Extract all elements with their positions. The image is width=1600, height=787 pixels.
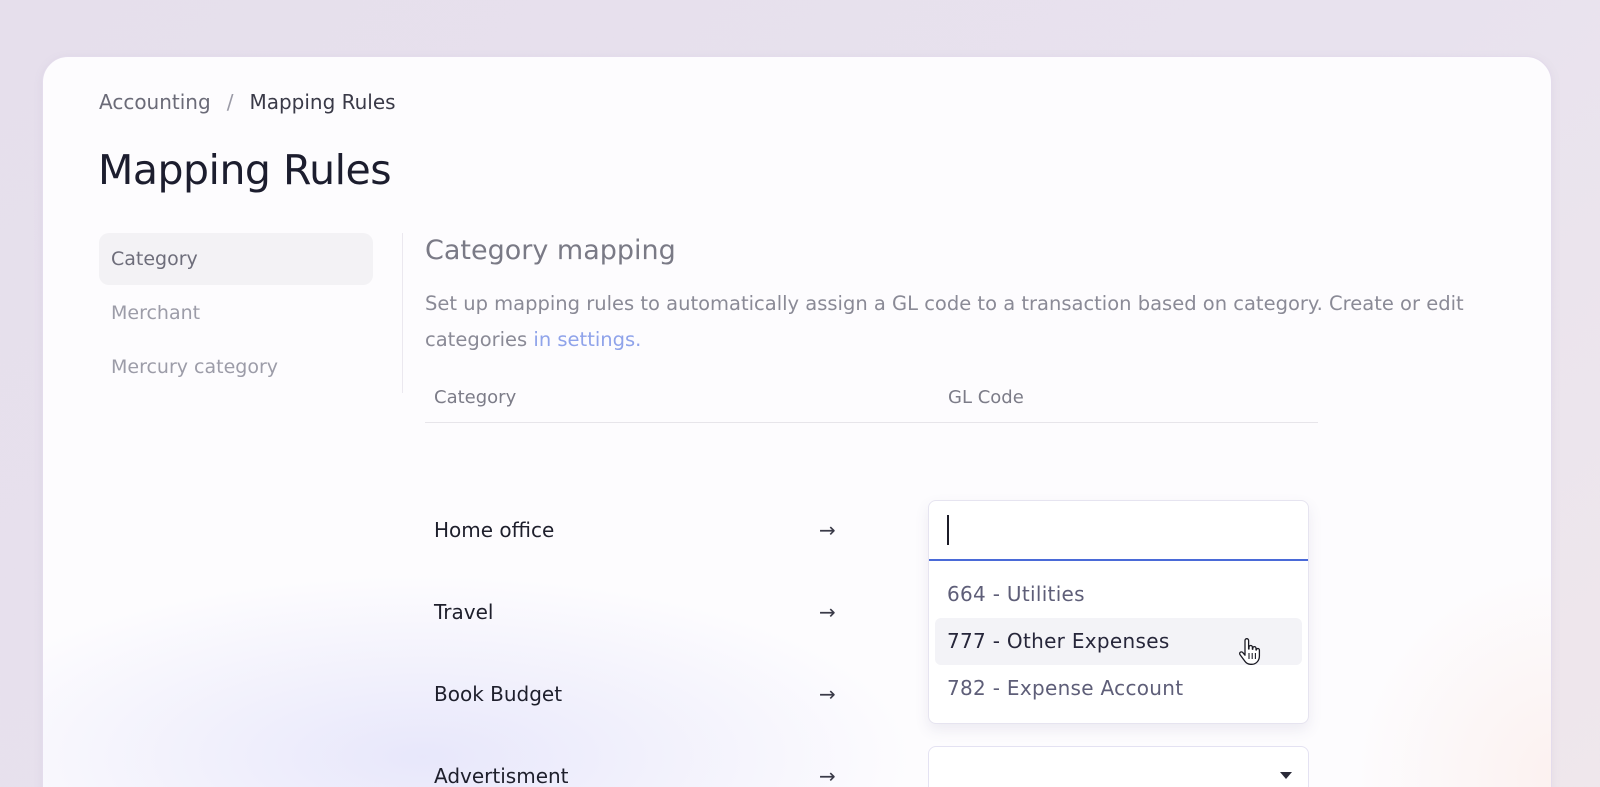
header-gl-code: GL Code: [948, 387, 1024, 408]
nav-divider: [402, 233, 403, 393]
breadcrumb-current: Mapping Rules: [249, 90, 396, 114]
gl-option-777[interactable]: 777 - Other Expenses: [935, 618, 1302, 665]
category-mapping-section: Category mapping Set up mapping rules to…: [425, 233, 1525, 787]
side-nav-item-mercury-category[interactable]: Mercury category: [99, 341, 373, 393]
side-nav: Category Merchant Mercury category: [99, 233, 373, 395]
gl-option-664[interactable]: 664 - Utilities: [935, 571, 1302, 618]
table-row: Advertisment →: [425, 746, 1318, 787]
section-description: Set up mapping rules to automatically as…: [425, 286, 1525, 358]
row-category-label: Advertisment: [434, 764, 569, 787]
breadcrumb-separator: /: [226, 90, 234, 114]
row-category-label: Home office: [434, 518, 555, 542]
arrow-right-icon: →: [819, 764, 836, 787]
breadcrumb: Accounting / Mapping Rules: [99, 90, 396, 114]
pointer-hand-icon: [1239, 638, 1261, 665]
gl-option-782[interactable]: 782 - Expense Account: [935, 665, 1302, 712]
side-nav-item-merchant[interactable]: Merchant: [99, 287, 373, 339]
row-category-label: Travel: [434, 600, 494, 624]
caret-down-icon: [1280, 772, 1292, 779]
text-cursor: [947, 515, 949, 545]
table-header: Category GL Code: [425, 385, 1318, 423]
gl-code-combobox: 664 - Utilities 777 - Other Expenses 782…: [928, 500, 1309, 724]
arrow-right-icon: →: [819, 600, 836, 624]
settings-link[interactable]: in settings.: [533, 328, 641, 351]
gl-option-label: 777 - Other Expenses: [947, 629, 1170, 653]
breadcrumb-accounting[interactable]: Accounting: [99, 90, 211, 114]
arrow-right-icon: →: [819, 518, 836, 542]
row-category-label: Book Budget: [434, 682, 563, 706]
arrow-right-icon: →: [819, 682, 836, 706]
section-title: Category mapping: [425, 235, 676, 266]
gl-code-select[interactable]: [928, 746, 1309, 787]
gl-code-search-input[interactable]: [929, 501, 1308, 561]
side-nav-item-category[interactable]: Category: [99, 233, 373, 285]
header-category: Category: [434, 387, 517, 408]
gl-code-options: 664 - Utilities 777 - Other Expenses 782…: [935, 571, 1302, 712]
page-title: Mapping Rules: [98, 146, 392, 194]
main-card: Accounting / Mapping Rules Mapping Rules…: [42, 56, 1552, 787]
